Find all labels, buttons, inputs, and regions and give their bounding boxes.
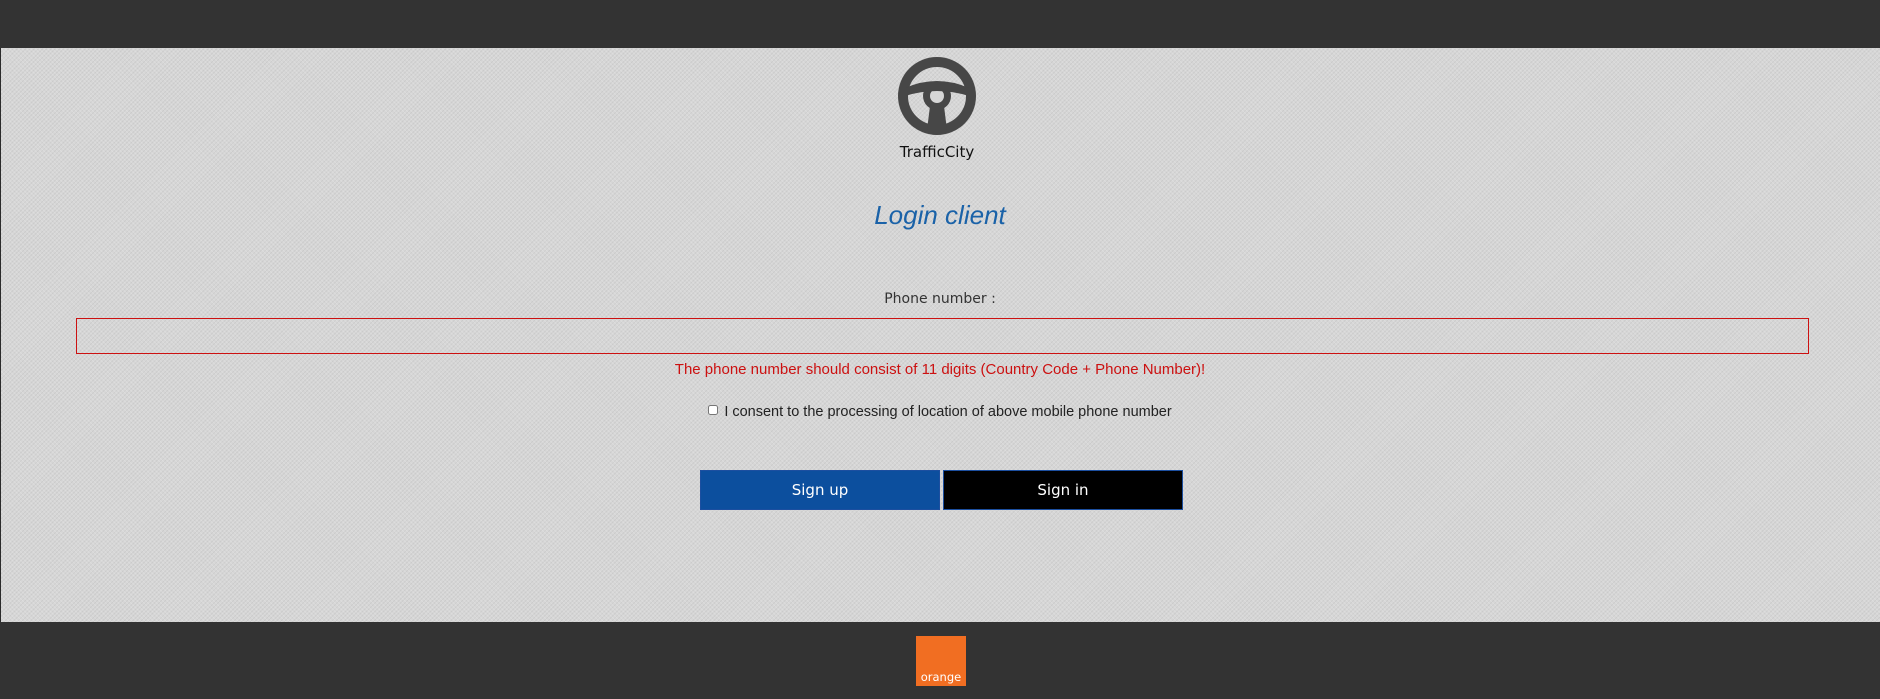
steering-wheel-icon xyxy=(898,57,976,135)
phone-error-message: The phone number should consist of 11 di… xyxy=(674,361,1206,378)
sign-up-button[interactable]: Sign up xyxy=(700,470,940,510)
consent-label: I consent to the processing of location … xyxy=(724,404,1172,420)
brand-name: TrafficCity xyxy=(899,143,975,161)
phone-number-input[interactable] xyxy=(76,318,1809,354)
orange-logo-text: orange xyxy=(920,670,962,684)
top-bar xyxy=(0,0,1880,48)
consent-row: I consent to the processing of location … xyxy=(700,402,1180,422)
sign-in-button[interactable]: Sign in xyxy=(943,470,1183,510)
page-title: Login client xyxy=(874,200,1006,230)
orange-logo: orange xyxy=(916,636,966,686)
phone-number-label: Phone number : xyxy=(884,291,996,307)
consent-checkbox[interactable] xyxy=(708,405,719,415)
